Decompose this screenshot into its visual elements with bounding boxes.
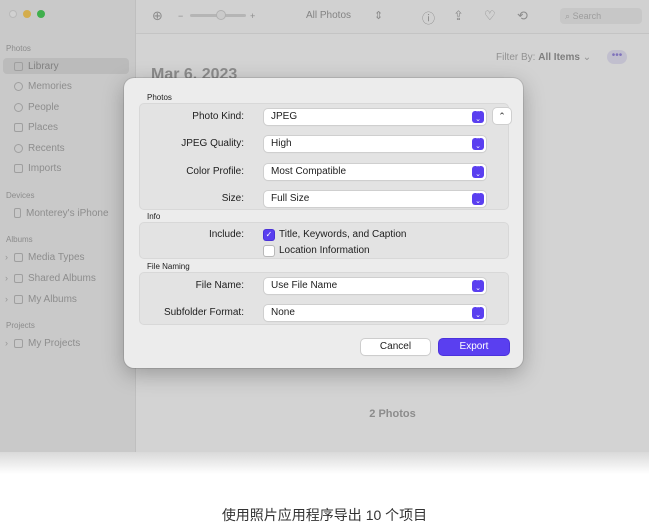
photos-group: Photo Kind: JPEG ⌃ ⌄ ⌃ JPEG Quality: High… bbox=[139, 103, 511, 210]
include-title-checkbox-row[interactable]: ✓ Title, Keywords, and Caption bbox=[264, 229, 406, 240]
figure-caption: 使用照片应用程序导出 10 个项目 bbox=[221, 507, 428, 523]
cancel-button[interactable]: Cancel bbox=[361, 339, 430, 355]
chevron-up-down-icon: ⌃ ⌄ bbox=[472, 165, 484, 178]
section-photos: Photos bbox=[147, 93, 172, 102]
chevron-up-down-icon: ⌃ ⌄ bbox=[472, 192, 484, 205]
chevron-up-down-icon: ⌃ ⌄ bbox=[472, 137, 484, 150]
include-title-label: Title, Keywords, and Caption bbox=[279, 229, 407, 240]
color-profile-value: Most Compatible bbox=[271, 166, 347, 177]
export-dialog: Photos Photo Kind: JPEG ⌃ ⌄ ⌃ JPEG Qualit… bbox=[124, 78, 523, 368]
chevron-up-down-icon: ⌃ ⌄ bbox=[472, 279, 484, 292]
size-value: Full Size bbox=[271, 193, 310, 204]
jpeg-quality-value: High bbox=[271, 138, 292, 149]
chevron-up-down-icon: ⌃ ⌄ bbox=[472, 306, 484, 319]
section-info: Info bbox=[147, 212, 161, 221]
include-location-label: Location Information bbox=[279, 245, 370, 256]
photo-kind-label: Photo Kind: bbox=[192, 111, 244, 122]
collapse-button[interactable]: ⌃ bbox=[493, 108, 511, 124]
size-label: Size: bbox=[221, 193, 244, 204]
subfolder-format-value: None bbox=[271, 307, 295, 318]
include-location-checkbox[interactable] bbox=[264, 245, 274, 256]
file-name-value: Use File Name bbox=[271, 280, 338, 291]
section-file-naming: File Naming bbox=[147, 262, 190, 271]
window-shadow bbox=[0, 452, 649, 474]
photo-kind-value: JPEG bbox=[271, 111, 298, 122]
info-group: Include: ✓ Title, Keywords, and Caption … bbox=[139, 222, 509, 259]
chevron-up-icon: ⌃ bbox=[498, 111, 506, 121]
include-location-checkbox-row[interactable]: Location Information bbox=[264, 245, 370, 256]
color-profile-select[interactable]: Most Compatible ⌃ ⌄ bbox=[264, 164, 486, 180]
include-title-checkbox[interactable]: ✓ bbox=[264, 229, 274, 240]
size-select[interactable]: Full Size ⌃ ⌄ bbox=[264, 191, 486, 207]
subfolder-format-select[interactable]: None ⌃ ⌄ bbox=[264, 305, 486, 321]
jpeg-quality-select[interactable]: High ⌃ ⌄ bbox=[264, 136, 486, 152]
export-button[interactable]: Export bbox=[439, 339, 509, 355]
color-profile-label: Color Profile: bbox=[186, 166, 244, 177]
subfolder-format-label: Subfolder Format: bbox=[163, 307, 244, 318]
file-naming-group: File Name: Use File Name ⌃ ⌄ Subfolder Fo… bbox=[139, 272, 509, 325]
jpeg-quality-label: JPEG Quality: bbox=[181, 138, 244, 149]
file-name-label: File Name: bbox=[195, 280, 244, 291]
file-name-select[interactable]: Use File Name ⌃ ⌄ bbox=[264, 278, 486, 294]
photo-kind-select[interactable]: JPEG ⌃ ⌄ bbox=[264, 109, 486, 125]
chevron-up-down-icon: ⌃ ⌄ bbox=[472, 110, 484, 123]
include-label: Include: bbox=[208, 229, 244, 240]
